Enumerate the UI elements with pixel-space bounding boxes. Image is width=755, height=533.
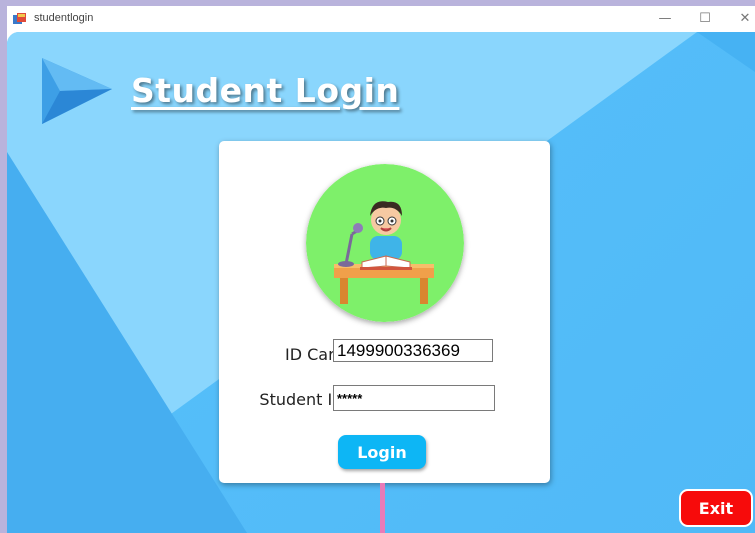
decorative-line	[380, 483, 385, 533]
play-arrow-icon	[42, 58, 112, 124]
exit-button[interactable]: Exit	[679, 489, 753, 527]
login-button[interactable]: Login	[338, 435, 426, 469]
app-window: studentlogin — ☐ ✕ Student Login ID Card…	[7, 6, 755, 533]
window-title: studentlogin	[34, 12, 94, 24]
page-title: Student Login	[131, 71, 400, 110]
client-area: Student Login ID Card: 1499900336369 St…	[7, 32, 755, 533]
student-avatar-icon	[306, 164, 464, 322]
maximize-button[interactable]: ☐	[687, 6, 723, 32]
title-bar: studentlogin — ☐ ✕	[7, 6, 755, 32]
login-card: ID Card : Student ID : Login	[219, 141, 550, 483]
app-icon	[13, 13, 26, 24]
student-id-input[interactable]	[333, 385, 495, 411]
close-button[interactable]: ✕	[727, 6, 755, 32]
id-card-input[interactable]	[333, 339, 493, 362]
minimize-button[interactable]: —	[647, 6, 683, 32]
